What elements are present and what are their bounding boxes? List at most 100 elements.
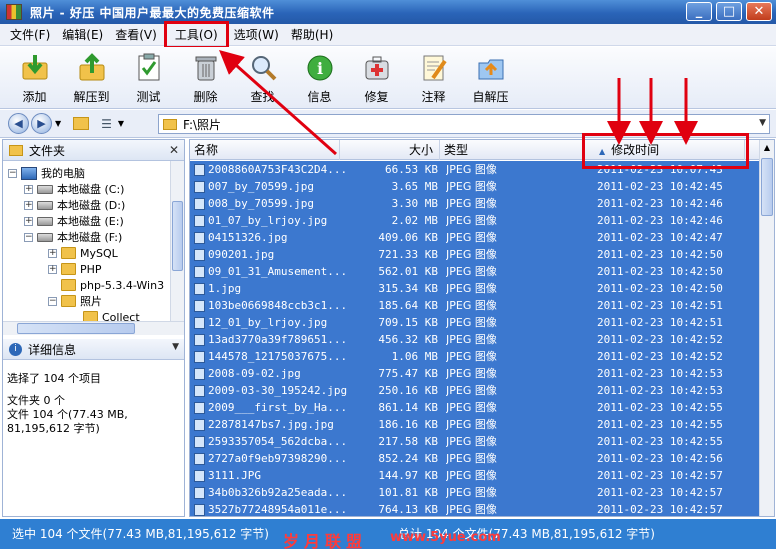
column-name[interactable]: 名称 <box>190 140 340 160</box>
table-row[interactable]: 090201.jpg 721.33 KB JPEG 图像 2011-02-23 10:… <box>190 246 760 263</box>
tree-item-drive-f[interactable]: − 本地磁盘 (F:) <box>24 229 122 245</box>
table-row[interactable]: 22878147bs7.jpg.jpg 186.16 KB JPEG 图像 2011-… <box>190 416 760 433</box>
column-size[interactable]: 大小 <box>340 140 440 160</box>
table-row[interactable]: 103be0669848ccb3c1... 185.64 KB JPEG 图像 201… <box>190 297 760 314</box>
folder-tree-hscrollbar[interactable] <box>3 321 184 335</box>
file-modified: 2011-02-23 10:42:50 <box>597 265 723 278</box>
tree-item-computer[interactable]: − 我的电脑 <box>8 165 85 181</box>
sfx-button[interactable]: 自解压 <box>462 47 519 108</box>
tree-item-drive-c[interactable]: + 本地磁盘 (C:) <box>24 181 124 197</box>
details-bytes: 81,195,612 字节) <box>7 422 100 435</box>
file-size: 185.64 KB <box>378 299 438 312</box>
file-type: JPEG 图像 <box>446 333 497 346</box>
up-folder-icon[interactable] <box>73 117 90 130</box>
table-row[interactable]: 09_01_31_Amusement... 562.01 KB JPEG 图像 201… <box>190 263 760 280</box>
image-file-icon <box>194 164 205 176</box>
folders-close-icon[interactable]: ✕ <box>169 143 179 157</box>
address-field[interactable]: F:\照片 ▼ <box>158 114 770 134</box>
menu-file[interactable]: 文件(F) <box>4 26 56 44</box>
table-row[interactable]: 2008-09-02.jpg 775.47 KB JPEG 图像 2011-02-23… <box>190 365 760 382</box>
file-name: 2009___first_by_Ha... <box>208 401 348 414</box>
back-button[interactable]: ◀ <box>8 113 29 134</box>
table-row[interactable]: 01_07_by_lrjoy.jpg 2.02 MB JPEG 图像 2011-02-… <box>190 212 760 229</box>
collapse-icon[interactable]: − <box>8 168 17 178</box>
maximize-button[interactable]: □ <box>716 2 742 21</box>
tree-item-collect[interactable]: Collect <box>83 309 140 321</box>
collapse-icon[interactable]: − <box>24 232 33 242</box>
annotation-box-time-column <box>582 133 749 169</box>
scroll-thumb[interactable] <box>17 323 135 334</box>
delete-button[interactable]: 删除 <box>177 47 234 108</box>
tree-item-photos[interactable]: − 照片 <box>48 293 102 309</box>
menu-tools[interactable]: 工具(O) <box>163 20 229 49</box>
file-name: 007_by_70599.jpg <box>208 180 314 193</box>
expand-icon[interactable]: + <box>24 184 33 194</box>
file-type: JPEG 图像 <box>446 469 497 482</box>
extract-button[interactable]: 解压到 <box>63 47 120 108</box>
status-bar: 选中 104 个文件(77.43 MB,81,195,612 字节) 总计 10… <box>0 519 776 549</box>
file-name: 2593357054_562dcba... <box>208 435 348 448</box>
folder-tree-vscrollbar[interactable] <box>170 161 184 321</box>
file-name: 1.jpg <box>208 282 242 295</box>
nav-dropdown-icon[interactable]: ▼ <box>55 119 61 128</box>
menu-view[interactable]: 查看(V) <box>109 26 163 44</box>
expand-icon[interactable]: + <box>24 216 33 226</box>
image-file-icon <box>194 385 205 397</box>
menu-options[interactable]: 选项(W) <box>228 26 285 44</box>
table-row[interactable]: 13ad3770a39f789651... 456.32 KB JPEG 图像 201… <box>190 331 760 348</box>
comment-button[interactable]: 注释 <box>405 47 462 108</box>
address-dropdown-icon[interactable]: ▼ <box>759 118 766 128</box>
folder-icon <box>61 263 76 275</box>
tree-item-php534[interactable]: php-5.3.4-Win3 <box>61 277 164 293</box>
image-file-icon <box>194 419 205 431</box>
expand-icon[interactable]: + <box>48 248 57 258</box>
table-row[interactable]: 2009___first_by_Ha... 861.14 KB JPEG 图像 201… <box>190 399 760 416</box>
details-header[interactable]: i 详细信息 ▼ <box>3 339 184 360</box>
tree-item-drive-e[interactable]: + 本地磁盘 (E:) <box>24 213 124 229</box>
file-list-vscrollbar[interactable]: ▲ <box>759 140 774 516</box>
table-row[interactable]: 34b0b326b92a25eada... 101.81 KB JPEG 图像 201… <box>190 484 760 501</box>
table-row[interactable]: 2727a0f9eb97398290... 852.24 KB JPEG 图像 201… <box>190 450 760 467</box>
table-row[interactable]: 12_01_by_lrjoy.jpg 709.15 KB JPEG 图像 2011-0… <box>190 314 760 331</box>
file-name: 12_01_by_lrjoy.jpg <box>208 316 328 329</box>
expand-icon[interactable]: + <box>48 264 57 274</box>
file-type: JPEG 图像 <box>446 231 497 244</box>
find-button[interactable]: 查找 <box>234 47 291 108</box>
file-size: 721.33 KB <box>378 248 438 261</box>
image-file-icon <box>194 334 205 346</box>
view-dropdown-icon[interactable]: ▼ <box>118 119 124 128</box>
table-row[interactable]: 3527b77248954a011e... 764.13 KB JPEG 图像 201… <box>190 501 760 516</box>
tree-item-drive-d[interactable]: + 本地磁盘 (D:) <box>24 197 125 213</box>
column-type[interactable]: 类型 <box>440 140 585 160</box>
scroll-thumb[interactable] <box>761 158 773 216</box>
scroll-up-icon[interactable]: ▲ <box>761 141 773 155</box>
forward-button[interactable]: ▶ <box>31 113 52 134</box>
close-button[interactable]: ✕ <box>746 2 772 21</box>
file-size: 144.97 KB <box>378 469 438 482</box>
details-collapse-icon[interactable]: ▼ <box>172 342 179 352</box>
table-row[interactable]: 008_by_70599.jpg 3.30 MB JPEG 图像 2011-02-23… <box>190 195 760 212</box>
table-row[interactable]: 2009-03-30_195242.jpg 250.16 KB JPEG 图像 201… <box>190 382 760 399</box>
tree-item-php[interactable]: + PHP <box>48 261 102 277</box>
scroll-thumb[interactable] <box>172 201 183 271</box>
table-row[interactable]: 007_by_70599.jpg 3.65 MB JPEG 图像 2011-02-23… <box>190 178 760 195</box>
table-row[interactable]: 04151326.jpg 409.06 KB JPEG 图像 2011-02-23 1… <box>190 229 760 246</box>
table-row[interactable]: 3111.JPG 144.97 KB JPEG 图像 2011-02-23 10:42… <box>190 467 760 484</box>
expand-icon[interactable]: + <box>24 200 33 210</box>
table-row[interactable]: 1.jpg 315.34 KB JPEG 图像 2011-02-23 10:42:50 <box>190 280 760 297</box>
menu-help[interactable]: 帮助(H) <box>285 26 339 44</box>
collapse-icon[interactable]: − <box>48 296 57 306</box>
menu-edit[interactable]: 编辑(E) <box>56 26 109 44</box>
test-button[interactable]: 测试 <box>120 47 177 108</box>
image-file-icon <box>194 470 205 482</box>
table-row[interactable]: 144578_12175037675... 1.06 MB JPEG 图像 2011-… <box>190 348 760 365</box>
app-icon <box>6 4 22 20</box>
repair-button[interactable]: 修复 <box>348 47 405 108</box>
view-mode-icon[interactable]: ☰ <box>101 117 112 131</box>
table-row[interactable]: 2593357054_562dcba... 217.58 KB JPEG 图像 201… <box>190 433 760 450</box>
minimize-button[interactable]: _ <box>686 2 712 21</box>
test-icon <box>132 53 166 83</box>
tree-item-mysql[interactable]: + MySQL <box>48 245 118 261</box>
info-button[interactable]: i 信息 <box>291 47 348 108</box>
add-button[interactable]: 添加 <box>6 47 63 108</box>
